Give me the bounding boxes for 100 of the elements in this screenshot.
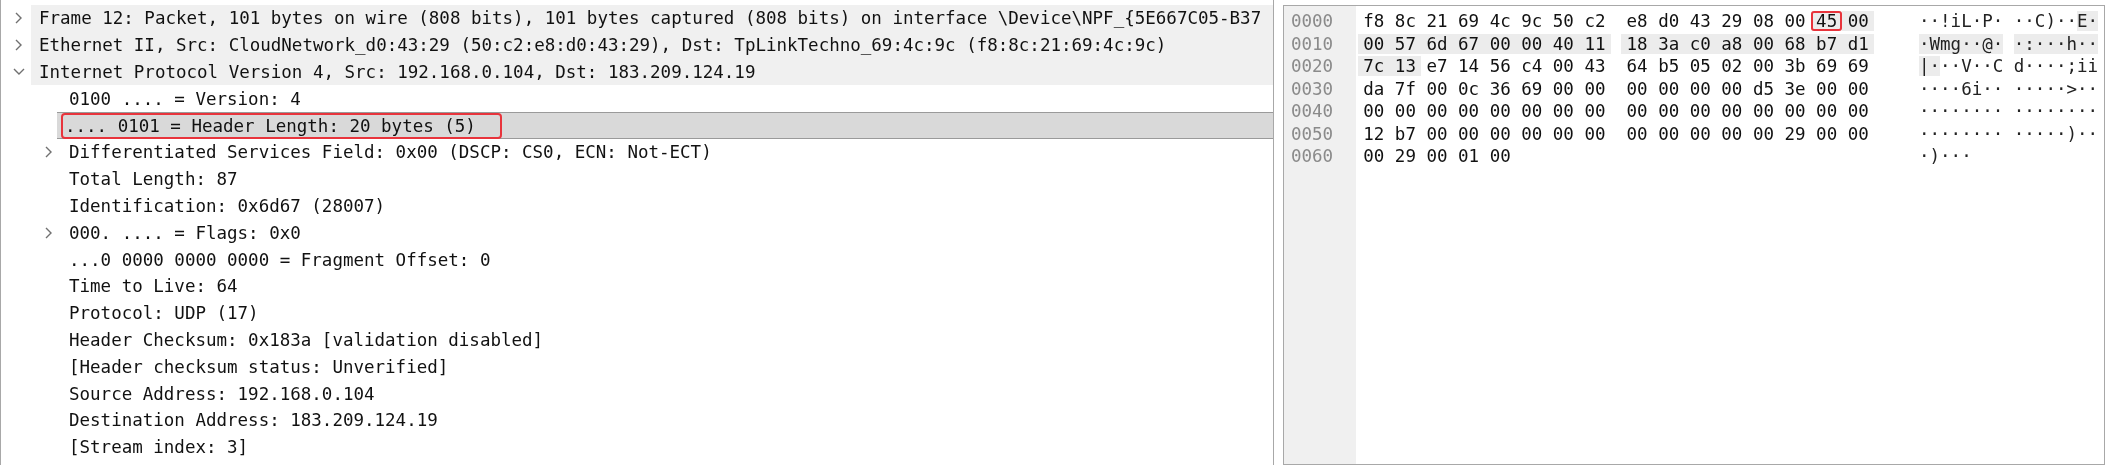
hex-byte[interactable]: 00 (1421, 78, 1453, 99)
hex-byte[interactable]: 01 (1452, 146, 1485, 167)
hex-byte[interactable]: 50 (1547, 11, 1580, 32)
hex-byte[interactable]: c4 (1515, 56, 1548, 77)
hex-byte[interactable]: 0c (1452, 78, 1485, 99)
hex-byte[interactable]: c2 (1579, 11, 1611, 32)
hex-byte[interactable]: 00 (1484, 123, 1516, 144)
hex-byte[interactable]: 00 (1547, 56, 1580, 77)
hex-byte[interactable]: 02 (1716, 56, 1748, 77)
hex-byte[interactable]: a8 (1716, 33, 1748, 54)
hex-byte[interactable]: 00 (1579, 101, 1611, 122)
tree-item[interactable]: Time to Live: 64 (65, 273, 242, 300)
hex-byte[interactable]: da (1358, 78, 1390, 99)
tree-item[interactable]: Total Length: 87 (65, 166, 242, 193)
hex-byte[interactable]: 12 (1358, 123, 1390, 144)
tree-item[interactable]: Internet Protocol Version 4, Src: 192.168.0.104, Dst: 183.209.124.19 (35, 59, 760, 85)
hex-byte[interactable]: 00 (1779, 11, 1811, 32)
hex-byte[interactable]: 05 (1684, 56, 1717, 77)
hex-byte[interactable]: 00 (1716, 78, 1748, 99)
tree-item[interactable]: Differentiated Services Field: 0x00 (DSCP: CS0, ECN: Not-ECT) (65, 139, 716, 166)
hex-byte[interactable]: 00 (1842, 123, 1875, 144)
hex-byte[interactable]: 40 (1547, 33, 1580, 54)
hex-byte[interactable]: b7 (1810, 33, 1843, 54)
hex-byte[interactable]: 00 (1358, 101, 1390, 122)
hex-byte[interactable]: b5 (1652, 56, 1685, 77)
hex-byte[interactable]: 00 (1684, 101, 1717, 122)
tree-item[interactable]: Ethernet II, Src: CloudNetwork_d0:43:29 (50:c2:e8:d0:43:29), Dst: TpLinkTechno_69:4c:9c (f8:8c:21:69:4c:9c) (35, 32, 1171, 59)
hex-byte[interactable]: 6d (1421, 33, 1453, 54)
tree-item[interactable]: Destination Address: 183.209.124.19 (65, 407, 442, 434)
hex-byte[interactable]: e7 (1421, 56, 1453, 77)
hex-byte[interactable]: 00 (1747, 33, 1780, 54)
hex-byte[interactable]: 00 (1810, 123, 1843, 144)
hex-byte[interactable]: 69 (1810, 56, 1843, 77)
hex-byte[interactable]: 68 (1779, 33, 1811, 54)
hex-byte[interactable]: 4c (1484, 11, 1516, 32)
hex-byte[interactable]: d0 (1652, 11, 1685, 32)
hex-byte[interactable]: 00 (1515, 123, 1548, 144)
hex-byte[interactable]: 00 (1484, 101, 1516, 122)
hex-byte[interactable]: 67 (1452, 33, 1485, 54)
hex-byte[interactable]: 29 (1779, 123, 1811, 144)
hex-byte[interactable]: 69 (1515, 78, 1548, 99)
hex-byte[interactable]: 18 (1621, 33, 1653, 54)
tree-item[interactable]: 0100 .... = Version: 4 (65, 85, 305, 112)
tree-item[interactable]: Protocol: UDP (17) (65, 300, 263, 327)
hex-byte[interactable]: 00 (1547, 101, 1580, 122)
hex-byte[interactable]: 3e (1779, 78, 1811, 99)
hex-byte[interactable]: 13 (1389, 56, 1422, 77)
tree-item[interactable]: 000. .... = Flags: 0x0 (65, 219, 305, 246)
hex-byte[interactable]: 00 (1779, 101, 1811, 122)
hex-byte[interactable]: 00 (1421, 123, 1453, 144)
hex-byte[interactable]: 69 (1452, 11, 1485, 32)
hex-byte[interactable]: 00 (1452, 101, 1485, 122)
hex-byte[interactable]: d1 (1842, 33, 1875, 54)
hex-byte[interactable]: 36 (1484, 78, 1516, 99)
hex-byte[interactable]: 00 (1842, 78, 1875, 99)
hex-byte[interactable]: 00 (1842, 11, 1875, 32)
hex-byte[interactable]: 00 (1484, 33, 1516, 54)
hex-byte[interactable]: 00 (1810, 101, 1843, 122)
hex-byte[interactable]: 00 (1716, 101, 1748, 122)
hex-byte[interactable]: 11 (1579, 33, 1611, 54)
hex-byte[interactable]: 00 (1421, 146, 1453, 167)
tree-item[interactable]: .... 0101 = Header Length: 20 bytes (5) (61, 112, 502, 139)
hex-byte[interactable]: 21 (1421, 11, 1453, 32)
hex-byte[interactable]: 29 (1389, 146, 1422, 167)
hex-byte[interactable]: 00 (1621, 101, 1653, 122)
hex-byte[interactable]: 3a (1652, 33, 1685, 54)
hex-byte[interactable]: 00 (1842, 101, 1875, 122)
hex-byte[interactable]: 00 (1515, 33, 1548, 54)
hex-byte[interactable]: 00 (1547, 78, 1580, 99)
hex-byte[interactable]: 00 (1652, 101, 1685, 122)
hex-byte[interactable]: 7f (1389, 78, 1422, 99)
hex-byte[interactable]: 00 (1810, 78, 1843, 99)
hex-byte[interactable]: 00 (1684, 78, 1717, 99)
hex-byte[interactable]: 00 (1579, 78, 1611, 99)
hex-byte[interactable]: 00 (1452, 123, 1485, 144)
hex-byte[interactable]: b7 (1389, 123, 1422, 144)
tree-item[interactable]: Header Checksum: 0x183a [validation disabled] (65, 326, 548, 353)
tree-item[interactable]: [Stream index: 3] (65, 434, 253, 461)
hex-byte[interactable]: 00 (1484, 146, 1516, 167)
hex-byte[interactable]: 57 (1389, 33, 1422, 54)
hex-byte[interactable]: 00 (1747, 56, 1780, 77)
hex-byte[interactable]: 43 (1684, 11, 1717, 32)
hex-byte[interactable]: 00 (1579, 123, 1611, 144)
hex-byte[interactable]: 00 (1684, 123, 1717, 144)
hex-byte[interactable]: 00 (1358, 33, 1390, 54)
hex-byte[interactable]: f8 (1358, 11, 1390, 32)
hex-byte[interactable]: 9c (1515, 11, 1548, 32)
hex-byte[interactable]: 3b (1779, 56, 1811, 77)
hex-byte[interactable]: 43 (1579, 56, 1611, 77)
tree-item[interactable]: [Header checksum status: Unverified] (65, 353, 453, 380)
hex-byte[interactable]: 00 (1515, 101, 1548, 122)
hex-byte[interactable]: d5 (1747, 78, 1780, 99)
hex-byte[interactable]: 64 (1621, 56, 1653, 77)
tree-item[interactable]: Frame 12: Packet, 101 bytes on wire (808 bits), 101 bytes captured (808 bits) on interface \Device\NPF_{5E667C05-B37 (35, 5, 1266, 32)
tree-item[interactable]: Identification: 0x6d67 (28007) (65, 192, 390, 219)
hex-byte[interactable]: 00 (1621, 78, 1653, 99)
hex-byte[interactable]: c0 (1684, 33, 1717, 54)
hex-byte[interactable]: 00 (1716, 123, 1748, 144)
tree-item[interactable]: Source Address: 192.168.0.104 (65, 380, 379, 407)
hex-byte[interactable]: 00 (1652, 123, 1685, 144)
